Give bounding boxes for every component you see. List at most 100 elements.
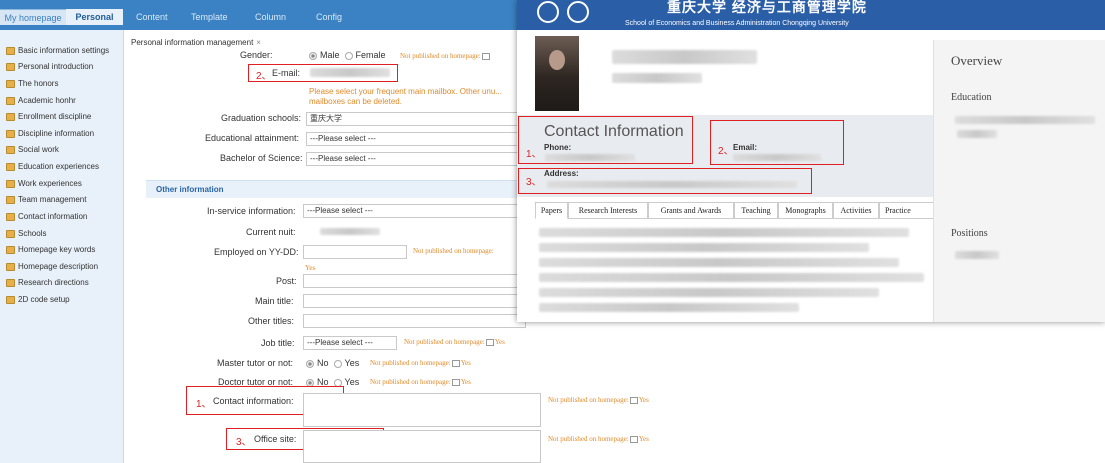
tab-grants-awards[interactable]: Grants and Awards — [648, 202, 734, 219]
education-redacted — [957, 130, 997, 138]
tab-personal[interactable]: Personal — [66, 9, 123, 25]
sidebar-item-keywords[interactable]: Homepage key words — [6, 243, 124, 257]
checkbox[interactable] — [451, 378, 460, 386]
breadcrumb: Personal information management × — [131, 38, 261, 47]
document-icon — [6, 62, 15, 71]
sidebar-item-research[interactable]: Research directions — [6, 276, 124, 290]
checkbox[interactable] — [629, 435, 638, 443]
sidebar-item-label: Homepage description — [18, 262, 99, 271]
positions-redacted — [955, 251, 999, 259]
checkbox[interactable] — [629, 396, 638, 404]
attainment-label: Educational attainment: — [205, 133, 300, 143]
sidebar-item-contact[interactable]: Contact information — [6, 210, 124, 224]
homepage-preview-overlay: 重庆大学 经济与工商管理学院 School of Economics and B… — [517, 0, 1105, 322]
tab-research-interests[interactable]: Research Interests — [568, 202, 648, 219]
tab-content[interactable]: Content — [136, 9, 168, 25]
tab-column[interactable]: Column — [255, 9, 286, 25]
bachelor-select[interactable]: ---Please select --- — [306, 152, 526, 166]
tab-activities[interactable]: Activities — [833, 202, 879, 219]
document-icon — [6, 179, 15, 188]
gender-radio-group: Male Female — [309, 50, 386, 60]
document-icon — [6, 79, 15, 88]
tab-monographs[interactable]: Monographs — [778, 202, 833, 219]
annotation-number: 3、 — [236, 437, 252, 448]
job-title-select[interactable]: ---Please select --- — [303, 336, 397, 350]
sidebar-item-work[interactable]: Work experiences — [6, 177, 124, 191]
yes-label: Yes — [638, 396, 649, 404]
papers-line-redacted — [539, 258, 899, 267]
tab-config[interactable]: Config — [316, 9, 342, 25]
sidebar-item-honors[interactable]: The honors — [6, 77, 124, 91]
current-unit-label: Current nuit: — [246, 227, 296, 237]
phone-value-redacted — [545, 154, 635, 161]
sidebar-item-label: Personal introduction — [18, 62, 94, 71]
education-redacted — [955, 116, 1095, 124]
sidebar-item-label: Homepage key words — [18, 245, 96, 254]
sidebar-item-education[interactable]: Education experiences — [6, 160, 124, 174]
yes-label: Yes — [344, 377, 360, 387]
sidebar-item-description[interactable]: Homepage description — [6, 260, 124, 274]
document-icon — [6, 295, 15, 304]
sidebar-item-label: Discipline information — [18, 129, 95, 138]
tab-my-homepage[interactable]: My homepage — [0, 9, 66, 25]
checkbox[interactable] — [485, 338, 494, 346]
sidebar-item-label: Social work — [18, 145, 59, 154]
office-site-textarea[interactable] — [303, 430, 541, 463]
positions-heading: Positions — [951, 228, 988, 239]
sidebar-item-discipline-info[interactable]: Discipline information — [6, 127, 124, 141]
graduation-field[interactable]: 重庆大学 — [306, 112, 526, 126]
employed-date-field[interactable] — [303, 245, 407, 259]
sidebar-item-academic-honor[interactable]: Academic honhr — [6, 94, 124, 108]
master-tutor-label: Master tutor or not: — [217, 358, 294, 368]
sidebar-item-label: The honors — [18, 79, 59, 88]
bachelor-label: Bachelor of Science: — [220, 153, 303, 163]
not-published-office: Not published on homepage: Yes — [548, 435, 649, 443]
attainment-select[interactable]: ---Please select --- — [306, 132, 526, 146]
not-published-label: Not published on homepage: — [413, 247, 494, 255]
sidebar-item-label: Contact information — [18, 212, 88, 221]
inservice-select[interactable]: ---Please select --- — [303, 204, 526, 218]
other-titles-field[interactable] — [303, 314, 526, 328]
radio-yes[interactable] — [333, 359, 342, 368]
radio-no[interactable] — [306, 359, 314, 368]
radio-male[interactable] — [309, 51, 317, 60]
overview-heading: Overview — [951, 53, 1003, 68]
no-label: No — [317, 358, 329, 368]
sidebar-item-team[interactable]: Team management — [6, 193, 124, 207]
radio-female[interactable] — [344, 51, 353, 60]
main-title-field[interactable] — [303, 294, 526, 308]
email-value-redacted — [733, 154, 821, 161]
document-icon — [6, 212, 15, 221]
sidebar-item-schools[interactable]: Schools — [6, 227, 124, 241]
tab-template[interactable]: Template — [191, 9, 228, 25]
not-published-label: Not published on homepage: — [548, 435, 629, 443]
papers-line-redacted — [539, 273, 924, 282]
other-titles-label: Other titles: — [248, 316, 295, 326]
school-subtitle: School of Economics and Business Adminis… — [625, 20, 849, 27]
post-field[interactable] — [303, 274, 526, 288]
tab-papers[interactable]: Papers — [535, 202, 568, 219]
tab-teaching[interactable]: Teaching — [734, 202, 778, 219]
checkbox[interactable] — [451, 359, 460, 367]
yes-label: Yes — [638, 435, 649, 443]
sidebar-item-enrollment[interactable]: Enrollment discipline — [6, 110, 124, 124]
document-icon — [6, 245, 15, 254]
document-icon — [6, 262, 15, 271]
sidebar-item-personal-intro[interactable]: Personal introduction — [6, 60, 124, 74]
section-title: Other information — [156, 185, 224, 194]
sidebar-item-basic-info[interactable]: Basic information settings — [6, 44, 124, 58]
contact-information-textarea[interactable] — [303, 393, 541, 427]
annotation-number: 1、 — [526, 149, 542, 160]
sidebar-item-label: Schools — [18, 229, 47, 238]
email-label: E-mail: — [272, 68, 301, 78]
checkbox[interactable] — [481, 52, 490, 60]
university-seal-icon — [537, 1, 559, 23]
sidebar-item-social-work[interactable]: Social work — [6, 143, 124, 157]
sidebar-item-label: Enrollment discipline — [18, 112, 92, 121]
sidebar-item-2d-code[interactable]: 2D code setup — [6, 293, 124, 307]
sidebar-item-label: Basic information settings — [18, 46, 110, 55]
sidebar-item-label: Education experiences — [18, 162, 99, 171]
sidebar-item-label: Research directions — [18, 278, 89, 287]
close-icon[interactable]: × — [256, 38, 261, 47]
papers-line-redacted — [539, 228, 909, 237]
